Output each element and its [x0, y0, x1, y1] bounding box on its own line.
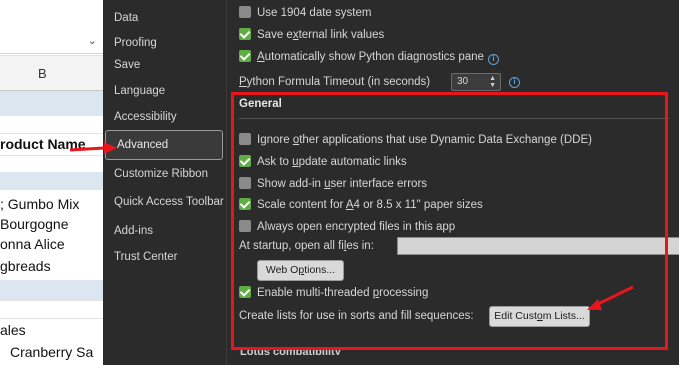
name-box[interactable]: ⌄: [0, 30, 103, 54]
table-row[interactable]: [0, 280, 103, 300]
open-encrypted-option[interactable]: Always open encrypted files in this app: [239, 218, 455, 236]
python-diagnostics-option[interactable]: Automatically show Python diagnostics pa…: [239, 48, 499, 66]
spinner-arrows-icon[interactable]: ▲ ▼: [489, 75, 496, 89]
web-options-button[interactable]: Web Options...: [257, 260, 344, 281]
startup-folder-label: At startup, open all files in:: [239, 240, 374, 252]
use-1904-date-option[interactable]: Use 1904 date system: [239, 4, 371, 22]
table-cell[interactable]: gbreads: [0, 256, 103, 276]
nav-item-trust-center[interactable]: Trust Center: [103, 243, 227, 271]
multithreaded-processing-option[interactable]: Enable multi-threaded processing: [239, 284, 428, 302]
excel-options-dialog: Data Proofing Save Language Accessibilit…: [103, 0, 679, 365]
checkbox-checked[interactable]: [239, 28, 251, 40]
nav-item-language[interactable]: Language: [103, 77, 227, 105]
options-nav: Data Proofing Save Language Accessibilit…: [103, 0, 227, 365]
nav-item-save[interactable]: Save: [103, 51, 227, 79]
edit-custom-lists-button[interactable]: Edit Custom Lists...: [489, 306, 590, 327]
nav-item-accessibility[interactable]: Accessibility: [103, 103, 227, 131]
show-addin-errors-option[interactable]: Show add-in user interface errors: [239, 175, 427, 193]
section-title-lotus-compatibility: Lotus compatibility: [240, 346, 341, 355]
startup-folder-input[interactable]: [397, 237, 679, 255]
selected-row-band[interactable]: [0, 91, 103, 115]
custom-lists-label: Create lists for use in sorts and fill s…: [239, 310, 474, 322]
ask-update-links-option[interactable]: Ask to update automatic links: [239, 153, 407, 171]
nav-item-add-ins[interactable]: Add-ins: [103, 217, 227, 245]
checkbox-checked[interactable]: [239, 198, 251, 210]
table-cell[interactable]: ; Gumbo Mix: [0, 194, 103, 214]
nav-item-advanced[interactable]: Advanced: [105, 130, 223, 160]
python-timeout-spinner[interactable]: 30 ▲ ▼: [451, 73, 501, 91]
info-icon[interactable]: i: [487, 54, 499, 65]
table-cell[interactable]: Cranberry Sa: [0, 342, 103, 362]
python-timeout-label: Python Formula Timeout (in seconds): [239, 76, 431, 88]
column-header-b[interactable]: B: [0, 55, 103, 91]
nav-item-customize-ribbon[interactable]: Customize Ribbon: [103, 160, 227, 188]
ignore-dde-option[interactable]: Ignore other applications that use Dynam…: [239, 131, 592, 149]
section-title-general: General: [239, 98, 282, 110]
info-icon[interactable]: i: [509, 77, 520, 88]
table-cell[interactable]: onna Alice: [0, 234, 103, 254]
options-content: Use 1904 date system Save external link …: [230, 0, 679, 365]
checkbox-checked[interactable]: [239, 286, 251, 298]
chevron-down-icon[interactable]: ⌄: [88, 34, 97, 47]
checkbox-unchecked[interactable]: [239, 133, 251, 145]
checkbox-unchecked[interactable]: [239, 177, 251, 189]
spreadsheet-area: ⌄ B roduct Name ; Gumbo Mix Bourgogne on…: [0, 0, 103, 365]
checkbox-unchecked[interactable]: [239, 6, 251, 18]
scale-content-option[interactable]: Scale content for A4 or 8.5 x 11" paper …: [239, 196, 483, 214]
checkbox-checked[interactable]: [239, 155, 251, 167]
section-divider: [239, 118, 669, 119]
table-cell[interactable]: ales: [0, 320, 103, 340]
nav-item-data[interactable]: Data: [103, 4, 227, 32]
checkbox-unchecked[interactable]: [239, 220, 251, 232]
table-cell[interactable]: Bourgogne: [0, 214, 103, 234]
table-row[interactable]: [0, 172, 103, 190]
column-letter: B: [38, 66, 47, 81]
save-external-links-option[interactable]: Save external link values: [239, 26, 384, 44]
cell-product-name-header[interactable]: roduct Name: [0, 133, 103, 155]
checkbox-checked[interactable]: [239, 50, 251, 62]
nav-item-quick-access-toolbar[interactable]: Quick Access Toolbar: [103, 188, 227, 216]
